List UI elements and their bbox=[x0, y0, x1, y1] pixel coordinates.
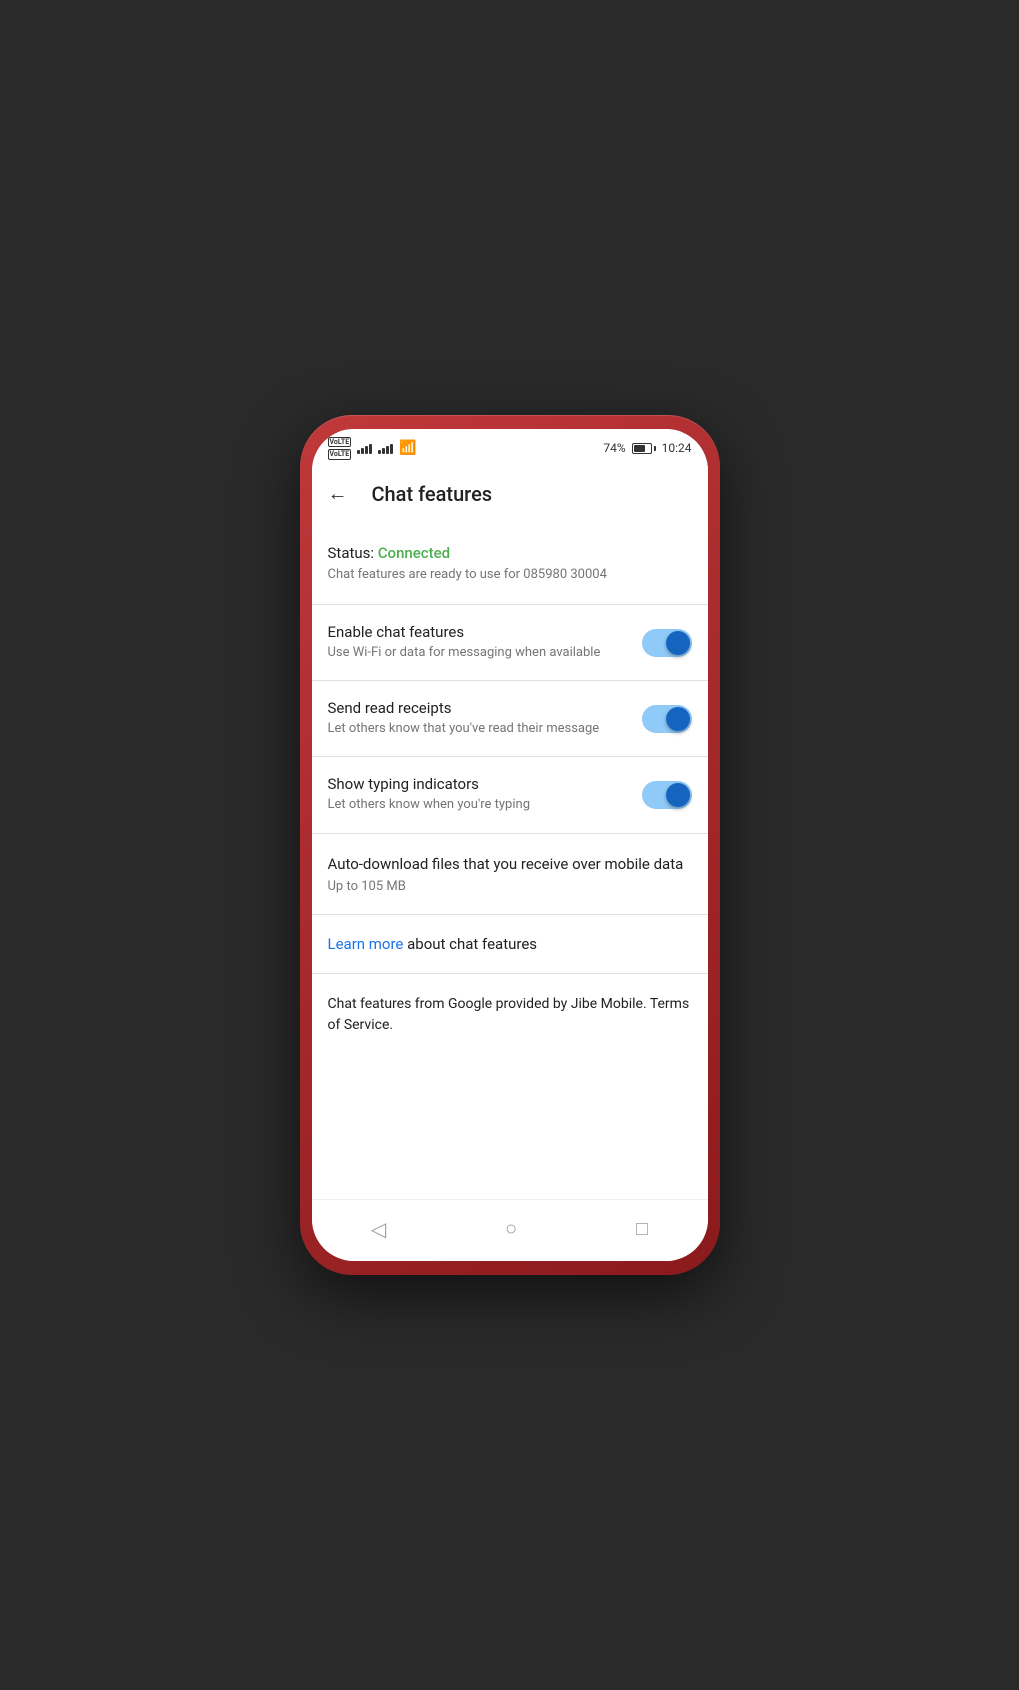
learn-more-rest: about chat features bbox=[403, 935, 537, 953]
read-receipts-desc: Let others know that you've read their m… bbox=[328, 720, 626, 738]
nav-bar: ◁ ○ □ bbox=[312, 1199, 708, 1261]
typing-indicators-title: Show typing indicators bbox=[328, 775, 626, 793]
clock: 10:24 bbox=[662, 441, 692, 455]
status-right-icons: 74% 10:24 bbox=[603, 441, 691, 455]
read-receipts-toggle[interactable] bbox=[642, 705, 692, 733]
footer-section: Chat features from Google provided by Ji… bbox=[312, 974, 708, 1066]
settings-content: Status: Connected Chat features are read… bbox=[312, 524, 708, 1199]
auto-download-title: Auto-download files that you receive ove… bbox=[328, 854, 692, 875]
nav-back-button[interactable]: ◁ bbox=[351, 1213, 406, 1245]
app-bar: ← Chat features bbox=[312, 464, 708, 524]
back-arrow-icon: ← bbox=[328, 481, 348, 506]
learn-more-link[interactable]: Learn more bbox=[328, 935, 404, 953]
typing-indicators-row[interactable]: Show typing indicators Let others know w… bbox=[312, 757, 708, 833]
learn-more-section: Learn more about chat features bbox=[312, 915, 708, 974]
read-receipts-row[interactable]: Send read receipts Let others know that … bbox=[312, 681, 708, 757]
status-section: Status: Connected Chat features are read… bbox=[312, 524, 708, 605]
status-left-icons: VoLTE VoLTE 📶 bbox=[328, 437, 417, 460]
typing-indicators-desc: Let others know when you're typing bbox=[328, 796, 626, 814]
page-title: Chat features bbox=[372, 482, 493, 506]
learn-more-text: Learn more about chat features bbox=[328, 935, 692, 953]
nav-recent-button[interactable]: □ bbox=[616, 1212, 668, 1245]
enable-chat-title: Enable chat features bbox=[328, 623, 626, 641]
enable-chat-row[interactable]: Enable chat features Use Wi-Fi or data f… bbox=[312, 605, 708, 681]
footer-text: Chat features from Google provided by Ji… bbox=[328, 994, 692, 1036]
battery-icon bbox=[632, 443, 656, 454]
battery-percentage: 74% bbox=[603, 441, 625, 455]
wifi-icon: 📶 bbox=[399, 440, 416, 456]
status-bar: VoLTE VoLTE 📶 74% bbox=[312, 429, 708, 464]
enable-chat-toggle[interactable] bbox=[642, 629, 692, 657]
phone-frame: VoLTE VoLTE 📶 74% bbox=[300, 415, 720, 1275]
auto-download-row[interactable]: Auto-download files that you receive ove… bbox=[312, 834, 708, 915]
status-label: Status: Connected bbox=[328, 544, 692, 562]
status-description: Chat features are ready to use for 08598… bbox=[328, 566, 692, 584]
volte-icon: VoLTE VoLTE bbox=[328, 437, 352, 460]
auto-download-desc: Up to 105 MB bbox=[328, 879, 692, 894]
phone-screen: VoLTE VoLTE 📶 74% bbox=[312, 429, 708, 1261]
read-receipts-title: Send read receipts bbox=[328, 699, 626, 717]
nav-home-button[interactable]: ○ bbox=[485, 1212, 537, 1245]
connection-status: Connected bbox=[378, 544, 450, 562]
enable-chat-desc: Use Wi-Fi or data for messaging when ava… bbox=[328, 644, 626, 662]
back-button[interactable]: ← bbox=[320, 476, 356, 512]
signal-strength-1 bbox=[357, 442, 372, 454]
signal-strength-2 bbox=[378, 442, 393, 454]
typing-indicators-toggle[interactable] bbox=[642, 781, 692, 809]
